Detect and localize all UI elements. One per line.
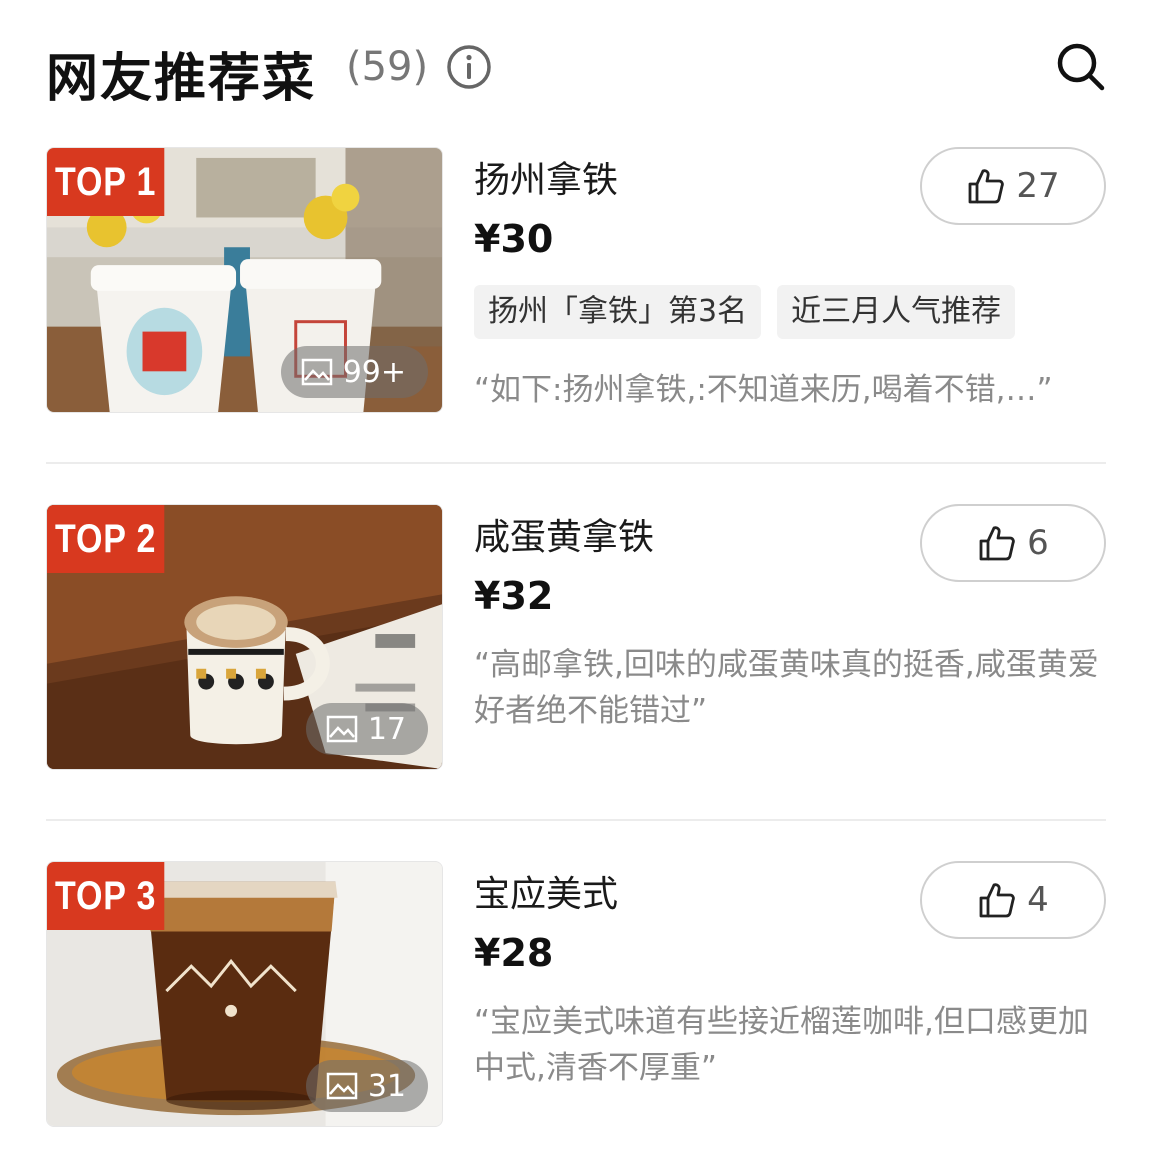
info-circle-icon[interactable] <box>446 44 492 90</box>
search-icon[interactable] <box>1056 42 1106 92</box>
photo-count-badge[interactable]: 31 <box>305 1060 428 1112</box>
divider <box>46 819 1106 821</box>
dish-item[interactable]: TOP 3 31 宝应美式 ¥28 4 “宝应美式味道有些接近榴莲咖啡,但口感更… <box>46 861 1106 1127</box>
review-quote: “高邮拿铁,回味的咸蛋黄味真的挺香,咸蛋黄爱好者绝不能错过” <box>474 647 1099 729</box>
rank-badge: TOP 3 <box>47 862 165 930</box>
review-quote: “宝应美式味道有些接近榴莲咖啡,但口感更加中式,清香不厚重” <box>474 1004 1089 1086</box>
ranking-tag[interactable]: 扬州「拿铁」第3名 <box>474 285 762 339</box>
dish-price: ¥28 <box>474 931 554 975</box>
image-icon <box>326 715 358 743</box>
image-icon <box>301 358 332 386</box>
divider <box>46 462 1106 464</box>
like-button[interactable]: 4 <box>920 861 1106 939</box>
rank-badge: TOP 2 <box>47 505 165 573</box>
image-icon <box>326 1072 358 1100</box>
thumbs-up-icon <box>968 169 1005 204</box>
thumbs-up-icon <box>979 526 1015 561</box>
review-quote: “如下:扬州拿铁,:不知道来历,喝着不错,…” <box>474 372 1053 408</box>
photo-count-value: 31 <box>367 1068 406 1104</box>
like-count: 4 <box>1027 880 1049 920</box>
photo-count-value: 17 <box>367 711 406 747</box>
photo-count-badge[interactable]: 17 <box>305 703 428 755</box>
popular-tag: 近三月人气推荐 <box>777 285 1016 339</box>
dish-price: ¥32 <box>474 574 554 618</box>
dish-price: ¥30 <box>474 217 554 261</box>
thumbs-up-icon <box>979 883 1015 918</box>
dish-name[interactable]: 咸蛋黄拿铁 <box>474 508 654 560</box>
dish-item[interactable]: TOP 1 99+ 扬州拿铁 ¥30 27 扬州「拿铁」第3名 近三月人气推荐 … <box>46 147 1106 413</box>
like-count: 6 <box>1027 523 1049 563</box>
like-button[interactable]: 27 <box>920 147 1106 225</box>
dish-name[interactable]: 宝应美式 <box>474 865 618 917</box>
like-button[interactable]: 6 <box>920 504 1106 582</box>
dish-photo[interactable]: TOP 1 99+ <box>46 147 443 413</box>
like-count: 27 <box>1016 166 1060 206</box>
dish-tags: 扬州「拿铁」第3名 近三月人气推荐 <box>474 285 1016 339</box>
dish-photo[interactable]: TOP 3 31 <box>46 861 443 1127</box>
section-header: 网友推荐菜 (59) <box>46 30 1106 110</box>
recommend-count: (59) <box>346 44 429 90</box>
photo-count-value: 99+ <box>342 354 406 390</box>
section-title: 网友推荐菜 <box>46 49 317 109</box>
rank-badge: TOP 1 <box>47 148 165 216</box>
photo-count-badge[interactable]: 99+ <box>280 346 428 398</box>
dish-name[interactable]: 扬州拿铁 <box>474 151 618 203</box>
dish-item[interactable]: TOP 2 17 咸蛋黄拿铁 ¥32 6 “高邮拿铁,回味的咸蛋黄味真的挺香,咸… <box>46 504 1106 770</box>
dish-photo[interactable]: TOP 2 17 <box>46 504 443 770</box>
